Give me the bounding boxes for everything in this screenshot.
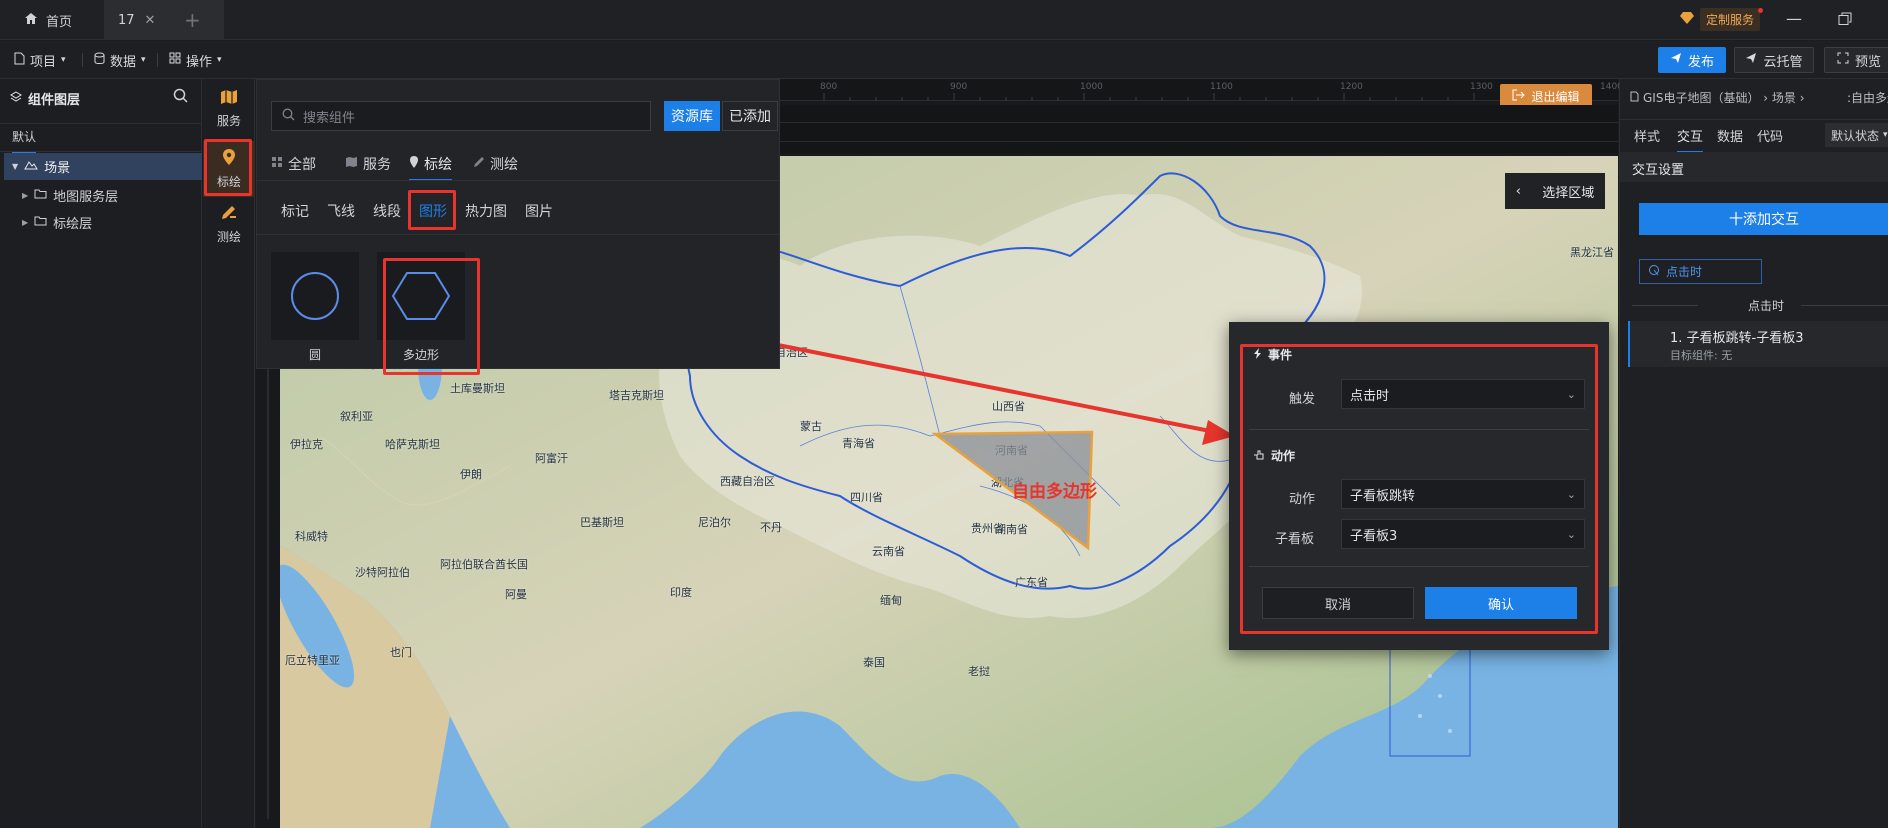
panel-label: 子看板 [1275,532,1315,547]
circle-thumbnail [271,252,359,340]
search-placeholder: 搜索组件 [303,110,356,126]
location-pin-icon [409,156,419,172]
component-polygon-label: 多边形 [402,348,439,362]
action-section-title: 动作 [1253,447,1295,464]
polygon-label: 自由多边形 [1012,482,1097,502]
confirm-button[interactable]: 确认 [1425,587,1577,619]
tab-data[interactable]: 数据 [1717,126,1743,145]
action-select[interactable]: 子看板跳转 ⌄ [1341,479,1585,509]
divider [257,180,779,181]
search-icon [282,108,295,125]
divider-label: 点击时 [1748,299,1785,313]
hand-icon [1253,449,1265,463]
doc-icon [1630,91,1639,105]
event-section-title: 事件 [1253,346,1292,363]
tab-resource-library[interactable]: 资源库 [664,101,720,131]
category-all-label: 全部 [288,157,316,173]
select-area-button[interactable]: ‹ 选择区域 [1505,173,1605,209]
subcategory-marker[interactable]: 标记 [281,201,309,221]
divider [1801,305,1888,306]
subcategory-image[interactable]: 图片 [525,201,553,221]
component-library-popup: 搜索组件 资源库 已添加 全部 服务 标绘 测绘 标记 飞线 线段 图形 热力图… [256,79,780,369]
category-service-tab-label: 服务 [363,157,391,173]
divider [1249,566,1589,567]
survey-icon [473,156,485,172]
chevron-down-icon: ⌄ [1566,527,1576,541]
trigger-chip-label: 点击时 [1666,265,1703,279]
subcategory-shape[interactable]: 图形 [419,201,447,221]
subcategory-heatmap[interactable]: 热力图 [465,201,507,221]
trigger-value: 点击时 [1350,388,1390,404]
polygon-thumbnail [377,252,465,340]
divider [1249,429,1589,430]
trigger-label: 触发 [1289,392,1316,407]
trigger-select[interactable]: 点击时 ⌄ [1341,379,1585,409]
cancel-button[interactable]: 取消 [1262,587,1414,619]
subcategory-flyline[interactable]: 飞线 [327,201,355,221]
subcategory-segment[interactable]: 线段 [373,201,401,221]
panel-value: 子看板3 [1350,528,1398,544]
chevron-down-icon: ▾ [1883,130,1888,140]
map-icon [345,156,358,172]
interaction-item[interactable]: 1. 子看板跳转-子看板3 目标组件: 无 [1628,321,1888,367]
category-all[interactable]: 全部 [271,154,316,174]
component-polygon[interactable]: 多边形 [377,252,465,364]
interaction-dialog: 事件 触发 点击时 ⌄ 动作 动作 子看板跳转 ⌄ 子看板 子看板3 ⌄ 取消 … [1229,322,1609,650]
search-input[interactable]: 搜索组件 [271,101,651,131]
section-header: 交互设置 [1620,152,1888,182]
trigger-chip[interactable]: 点击时 [1639,259,1762,284]
chevron-down-icon: ⌄ [1566,487,1576,501]
section-title: 交互设置 [1632,163,1685,178]
chevron-left-icon: ‹ [1515,183,1521,199]
breadcrumb-path: GIS电子地图（基础） › 场景 › [1643,91,1805,105]
property-panel: GIS电子地图（基础） › 场景 › :自由多边 样式 交互 数据 代码 默认状… [1619,79,1888,828]
select-area-label: 选择区域 [1542,185,1595,201]
action-label: 动作 [1289,492,1316,507]
grid-icon [271,156,283,172]
component-circle-label: 圆 [308,348,321,362]
tab-interaction[interactable]: 交互 [1677,126,1704,153]
action-value: 子看板跳转 [1350,488,1416,504]
divider [257,234,779,235]
tab-added[interactable]: 已添加 [722,101,778,131]
category-survey-tab-label: 测绘 [490,157,518,173]
lightning-icon [1253,347,1262,362]
interaction-item-subtitle: 目标组件: 无 [1670,349,1733,362]
state-value: 默认状态 [1831,128,1880,143]
category-survey-tab[interactable]: 测绘 [473,154,518,174]
divider [1620,119,1888,120]
action-title: 动作 [1271,449,1296,463]
add-interaction-button[interactable]: 十添加交互 [1639,203,1888,235]
category-plot-tab[interactable]: 标绘 [409,154,452,181]
breadcrumb-current: :自由多边 [1847,91,1888,105]
state-select[interactable]: 默认状态 ▾ [1825,123,1888,147]
chevron-down-icon: ⌄ [1566,387,1576,401]
breadcrumb: GIS电子地图（基础） › 场景 › [1630,89,1805,106]
category-plot-tab-label: 标绘 [424,157,452,173]
panel-select[interactable]: 子看板3 ⌄ [1341,519,1585,549]
tab-code[interactable]: 代码 [1757,126,1783,145]
divider [1632,305,1698,306]
category-service-tab[interactable]: 服务 [345,154,391,174]
cursor-icon [1648,264,1660,279]
component-circle[interactable]: 圆 [271,252,359,364]
interaction-item-title: 1. 子看板跳转-子看板3 [1670,331,1804,346]
tab-style[interactable]: 样式 [1634,126,1660,145]
event-title: 事件 [1268,348,1293,362]
